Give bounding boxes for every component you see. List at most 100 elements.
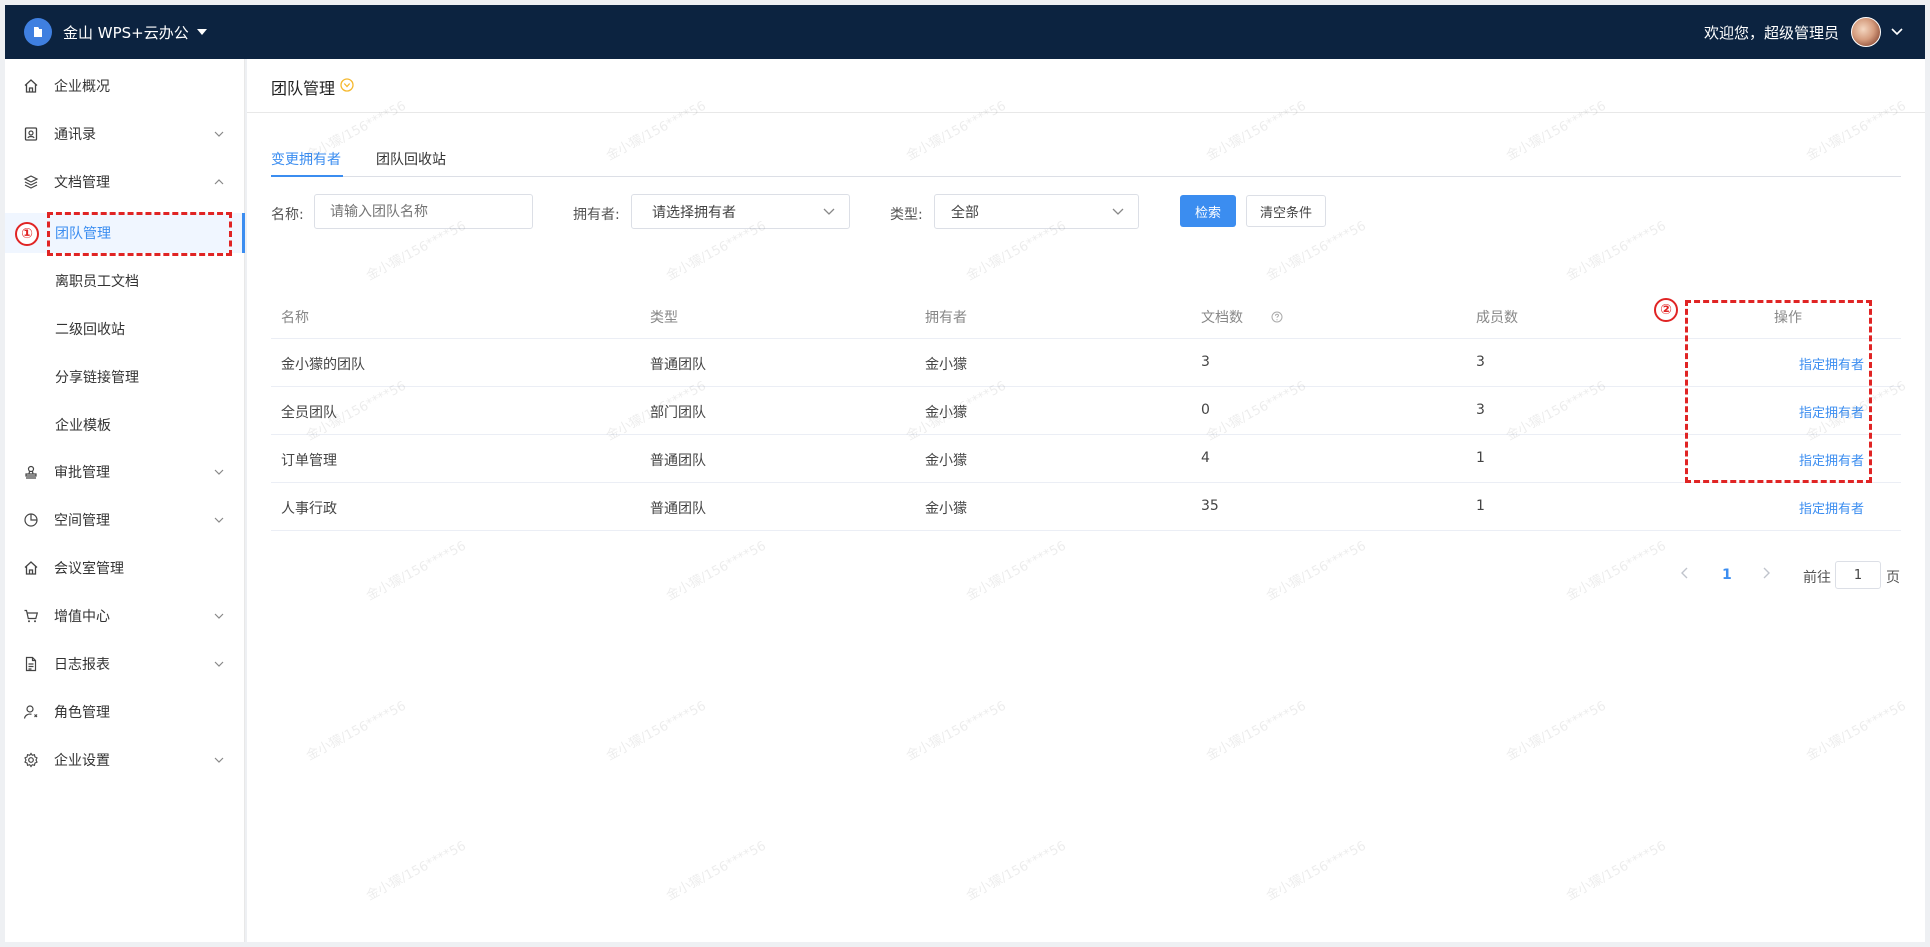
goto-prefix: 前往 bbox=[1803, 570, 1831, 586]
name-filter-label: 名称: bbox=[271, 207, 304, 223]
sidebar-item-label: 空间管理 bbox=[54, 513, 110, 529]
sidebar-item-meeting-room[interactable]: 会议室管理 bbox=[5, 548, 245, 588]
avatar[interactable] bbox=[1851, 17, 1881, 47]
type-select-value: 全部 bbox=[951, 204, 979, 221]
page-title: 团队管理 bbox=[271, 79, 336, 98]
brand-name: 金山 WPS+云办公 bbox=[63, 23, 189, 42]
sidebar-item-label: 二级回收站 bbox=[55, 322, 125, 338]
search-button[interactable]: 检索 bbox=[1180, 195, 1236, 227]
sidebar-item-label: 日志报表 bbox=[54, 657, 110, 673]
owner-select-value: 请选择拥有者 bbox=[652, 204, 736, 221]
cell-type: 普通团队 bbox=[650, 357, 706, 373]
chevron-down-icon bbox=[214, 661, 224, 667]
sidebar-item-label: 企业模板 bbox=[55, 418, 111, 434]
sidebar-item-departed-docs[interactable]: 离职员工文档 bbox=[5, 261, 245, 301]
chevron-down-icon bbox=[214, 517, 224, 523]
sidebar-item-logs[interactable]: 日志报表 bbox=[5, 644, 245, 684]
tab-bar: 变更拥有者 团队回收站 bbox=[271, 145, 1901, 177]
goto-suffix: 页 bbox=[1886, 570, 1900, 586]
table-row: 全员团队 部门团队 金小獴 0 3 指定拥有者 bbox=[271, 387, 1901, 435]
chevron-down-icon bbox=[214, 757, 224, 763]
contacts-icon bbox=[22, 125, 40, 143]
verified-badge-icon bbox=[340, 78, 354, 92]
team-name-input[interactable] bbox=[314, 194, 533, 229]
sidebar-item-label: 会议室管理 bbox=[54, 561, 124, 577]
col-header-type: 类型 bbox=[650, 310, 678, 326]
cell-members: 3 bbox=[1476, 354, 1485, 370]
top-bar: 金山 WPS+云办公 欢迎您，超级管理员 bbox=[5, 5, 1925, 59]
sidebar-item-docs[interactable]: 文档管理 bbox=[5, 162, 245, 202]
cell-owner: 金小獴 bbox=[925, 453, 967, 469]
page-number-current[interactable]: 1 bbox=[1722, 567, 1732, 583]
sidebar-item-space[interactable]: 空间管理 bbox=[5, 500, 245, 540]
tab-change-owner[interactable]: 变更拥有者 bbox=[271, 149, 341, 169]
cell-type: 部门团队 bbox=[650, 405, 706, 421]
cell-members: 3 bbox=[1476, 402, 1485, 418]
cell-name: 金小獴的团队 bbox=[281, 357, 365, 373]
col-header-owner: 拥有者 bbox=[925, 310, 967, 326]
sidebar-item-approval[interactable]: 审批管理 bbox=[5, 452, 245, 492]
stamp-icon bbox=[22, 463, 40, 481]
sidebar-item-recycle-bin[interactable]: 二级回收站 bbox=[5, 309, 245, 349]
cell-owner: 金小獴 bbox=[925, 405, 967, 421]
col-header-members: 成员数 bbox=[1476, 310, 1518, 326]
col-header-name: 名称 bbox=[281, 310, 309, 326]
type-filter-label: 类型: bbox=[890, 207, 923, 223]
annotation-box-assign-owner bbox=[1685, 300, 1872, 483]
type-select[interactable]: 全部 bbox=[934, 194, 1139, 229]
brand-switcher[interactable]: 金山 WPS+云办公 bbox=[24, 18, 207, 46]
goto-page-input[interactable] bbox=[1835, 561, 1881, 589]
main-content: 团队管理 变更拥有者 团队回收站 名称: 拥有者: 请选择拥有者 类型: 全部 … bbox=[247, 59, 1925, 942]
annotation-marker-2: ② bbox=[1654, 298, 1678, 322]
sidebar: 企业概况 通讯录 文档管理 团队管理 离职员工文档 二级回收站 分享链接管理 企… bbox=[5, 59, 245, 942]
caret-down-icon bbox=[196, 29, 207, 35]
sidebar-item-overview[interactable]: 企业概况 bbox=[5, 66, 245, 106]
layers-icon bbox=[22, 173, 40, 191]
sidebar-item-templates[interactable]: 企业模板 bbox=[5, 405, 245, 445]
sidebar-item-roles[interactable]: 角色管理 bbox=[5, 692, 245, 732]
sidebar-item-label: 企业设置 bbox=[54, 753, 110, 769]
page-header: 团队管理 bbox=[247, 59, 1925, 113]
owner-select[interactable]: 请选择拥有者 bbox=[631, 194, 850, 229]
sidebar-item-label: 企业概况 bbox=[54, 79, 110, 95]
chevron-down-icon bbox=[214, 613, 224, 619]
chevron-down-icon bbox=[1112, 208, 1124, 215]
next-page-icon[interactable] bbox=[1761, 566, 1771, 580]
sidebar-item-contacts[interactable]: 通讯录 bbox=[5, 114, 245, 154]
sidebar-item-share-links[interactable]: 分享链接管理 bbox=[5, 357, 245, 397]
cell-type: 普通团队 bbox=[650, 501, 706, 517]
cell-owner: 金小獴 bbox=[925, 501, 967, 517]
sidebar-item-value-center[interactable]: 增值中心 bbox=[5, 596, 245, 636]
sidebar-item-label: 增值中心 bbox=[54, 609, 110, 625]
tab-team-recycle-bin[interactable]: 团队回收站 bbox=[376, 149, 446, 169]
table-row: 金小獴的团队 普通团队 金小獴 3 3 指定拥有者 bbox=[271, 339, 1901, 387]
cell-name: 全员团队 bbox=[281, 405, 337, 421]
user-menu[interactable]: 欢迎您，超级管理员 bbox=[1704, 17, 1903, 47]
cell-owner: 金小獴 bbox=[925, 357, 967, 373]
col-header-docs: 文档数 bbox=[1201, 310, 1243, 326]
sidebar-item-settings[interactable]: 企业设置 bbox=[5, 740, 245, 780]
cell-docs: 4 bbox=[1201, 450, 1210, 466]
assign-owner-link[interactable]: 指定拥有者 bbox=[1799, 498, 1864, 517]
sidebar-item-label: 角色管理 bbox=[54, 705, 110, 721]
gear-icon bbox=[22, 751, 40, 769]
welcome-text: 欢迎您，超级管理员 bbox=[1703, 23, 1839, 42]
sidebar-item-label: 离职员工文档 bbox=[55, 274, 139, 290]
help-icon[interactable] bbox=[1271, 311, 1283, 323]
sidebar-item-label: 文档管理 bbox=[54, 175, 110, 191]
sidebar-item-label: 通讯录 bbox=[54, 127, 96, 143]
clear-filters-button[interactable]: 清空条件 bbox=[1246, 195, 1326, 227]
cell-name: 订单管理 bbox=[281, 453, 337, 469]
cell-docs: 35 bbox=[1201, 498, 1219, 514]
sidebar-item-label: 分享链接管理 bbox=[55, 370, 139, 386]
cart-icon bbox=[22, 607, 40, 625]
chevron-down-icon bbox=[214, 469, 224, 475]
cell-members: 1 bbox=[1476, 498, 1485, 514]
cell-members: 1 bbox=[1476, 450, 1485, 466]
cell-name: 人事行政 bbox=[281, 501, 337, 517]
prev-page-icon[interactable] bbox=[1680, 566, 1690, 580]
tab-active-indicator bbox=[271, 175, 343, 177]
pie-chart-icon bbox=[22, 511, 40, 529]
annotation-marker-1: ① bbox=[15, 222, 39, 246]
cell-docs: 0 bbox=[1201, 402, 1210, 418]
